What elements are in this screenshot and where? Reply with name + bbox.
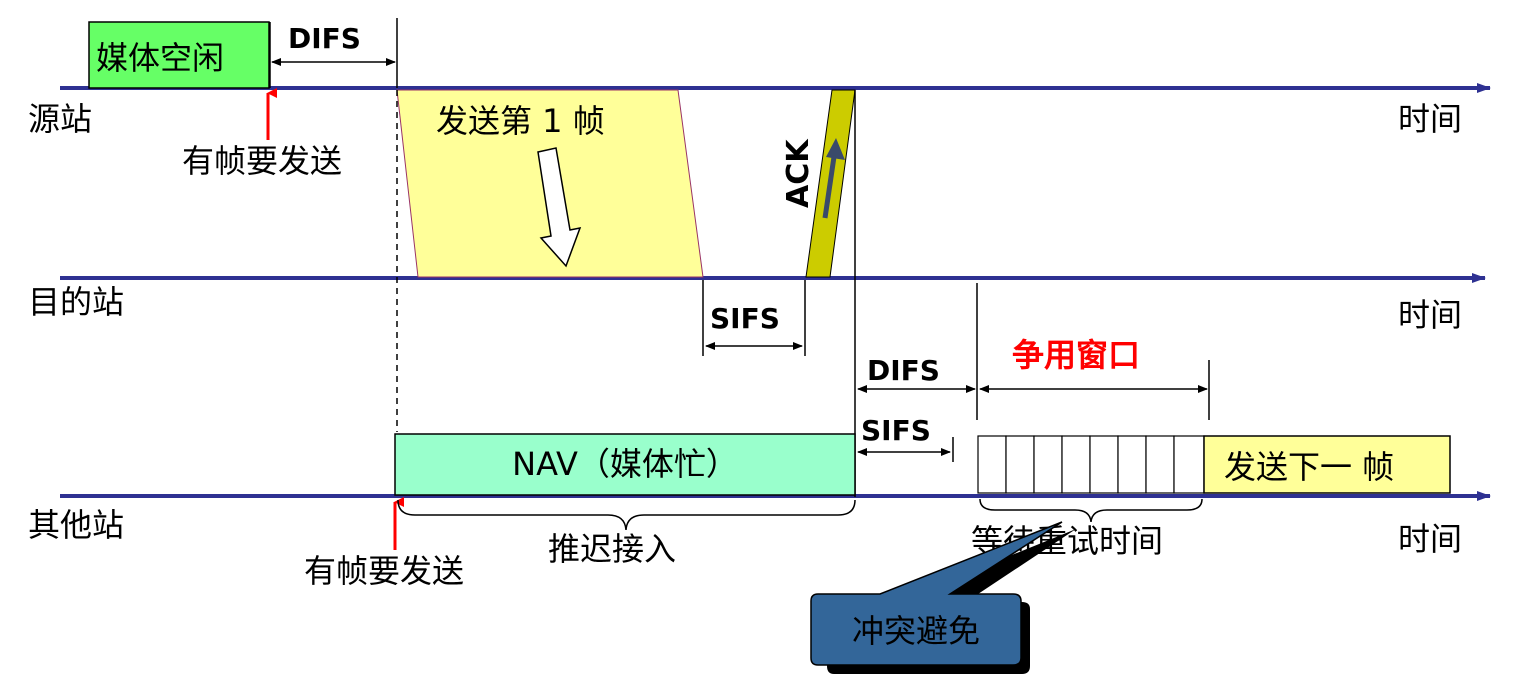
destination-station-label: 目的站 (28, 283, 124, 321)
backoff-slot (1145, 435, 1175, 494)
backoff-slot (977, 435, 1007, 494)
difs-mid-label: DIFS (867, 354, 940, 387)
backoff-slot (1173, 435, 1205, 494)
backoff-slots (977, 435, 1205, 494)
nav-label: NAV（媒体忙） (512, 445, 738, 483)
backoff-slot (1117, 435, 1147, 494)
sifs-other-label: SIFS (861, 414, 931, 447)
backoff-slot (1089, 435, 1119, 494)
medium-idle-label: 媒体空闲 (96, 39, 224, 77)
collision-avoidance-label: 冲突避免 (852, 612, 980, 650)
send-first-frame-label: 发送第 1 帧 (436, 102, 605, 140)
has-frame-other-label: 有帧要发送 (304, 552, 464, 590)
source-station-label: 源站 (28, 100, 92, 138)
time-label-destination: 时间 (1398, 296, 1462, 334)
backoff-slot (1061, 435, 1091, 494)
has-frame-source-label: 有帧要发送 (182, 142, 342, 180)
send-next-frame-label: 发送下一 帧 (1224, 448, 1394, 486)
time-label-source: 时间 (1398, 100, 1462, 138)
contention-window-label: 争用窗口 (1012, 336, 1140, 374)
difs-top-label: DIFS (288, 22, 361, 55)
time-label-other: 时间 (1398, 520, 1462, 558)
csma-ca-timing-diagram: 源站 目的站 其他站 时间 时间 时间 媒体空闲 DIFS 有帧要发送 发送第 … (28, 18, 1491, 674)
backoff-slot (1005, 435, 1035, 494)
backoff-slot (1033, 435, 1063, 494)
wait-retry-brace (979, 498, 1203, 523)
defer-access-label: 推迟接入 (548, 530, 676, 568)
defer-access-brace (397, 499, 856, 531)
sifs-dest-label: SIFS (710, 302, 780, 335)
other-station-label: 其他站 (28, 506, 124, 544)
ack-label: ACK (781, 138, 816, 208)
